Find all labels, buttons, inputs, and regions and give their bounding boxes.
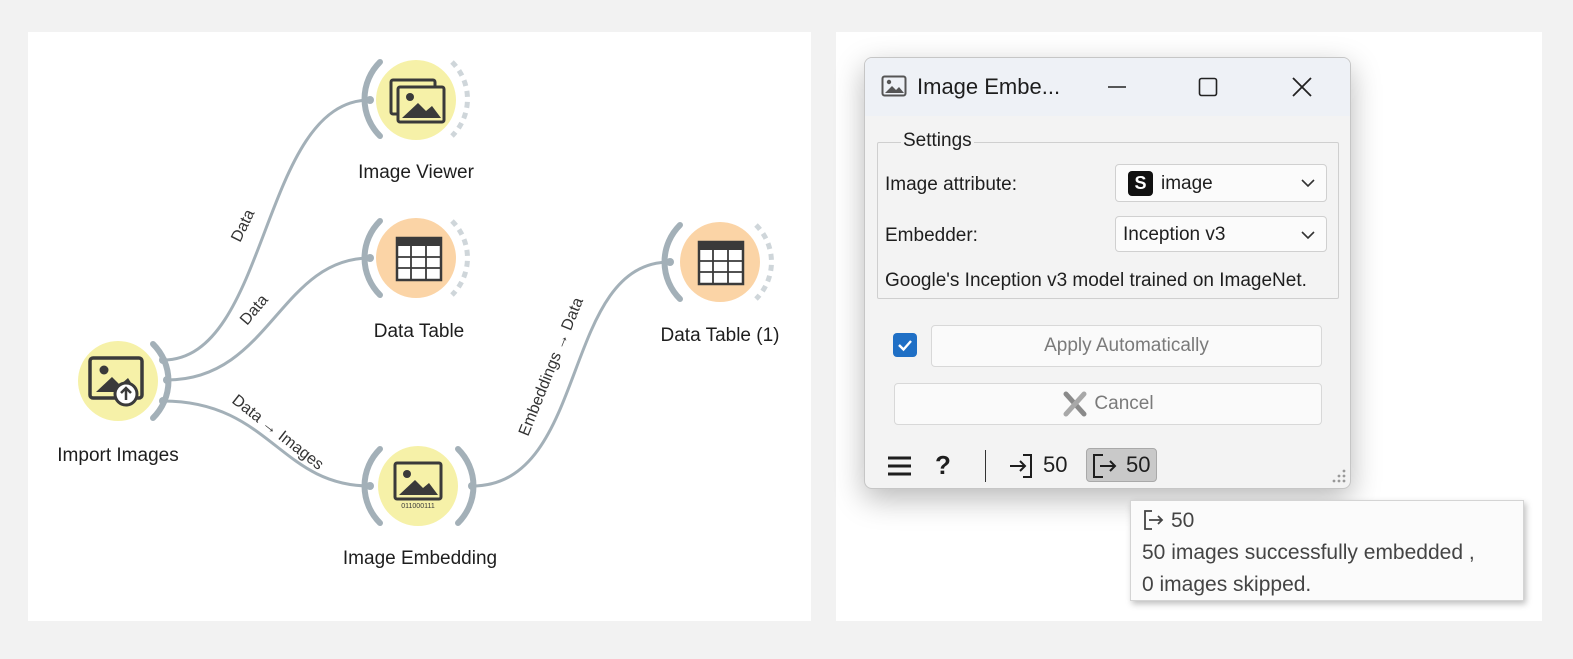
close-icon [1292, 77, 1312, 97]
output-count: 50 [1126, 452, 1151, 477]
data-table-1-icon [697, 240, 745, 286]
link-label-to-table: Data [237, 292, 272, 329]
node-label-data-table: Data Table [373, 321, 465, 342]
apply-automatically-button[interactable]: Apply Automatically [931, 325, 1322, 367]
status-separator [985, 450, 986, 482]
image-embedding-icon-caption: 011000111 [401, 503, 435, 510]
output-signal-icon [1093, 454, 1117, 478]
maximize-button[interactable] [1185, 68, 1231, 106]
link-label-to-embedding: Data → Images [229, 392, 327, 474]
checkmark-icon [898, 340, 912, 352]
node-data-table-1[interactable] [661, 222, 774, 302]
node-image-viewer[interactable] [361, 59, 470, 140]
chevron-down-icon [1301, 231, 1315, 240]
embedder-combo[interactable]: Inception v3 [1115, 216, 1327, 252]
node-data-table[interactable] [361, 218, 470, 298]
input-signal-icon[interactable] [1008, 453, 1034, 479]
chevron-down-icon [1301, 179, 1315, 188]
image-attribute-value: image [1161, 173, 1213, 194]
help-icon[interactable]: ? [935, 450, 951, 481]
image-window-icon [881, 75, 907, 102]
apply-automatically-label: Apply Automatically [1044, 335, 1209, 356]
image-attribute-label: Image attribute: [885, 174, 1018, 195]
tooltip-line-1: 50 images successfully embedded , [1142, 541, 1475, 564]
data-table-icon [395, 236, 443, 282]
node-label-data-table-1: Data Table (1) [660, 325, 780, 346]
embedder-label: Embedder: [885, 225, 978, 246]
image-viewer-icon [389, 78, 446, 124]
link-import-to-viewer[interactable] [162, 98, 371, 362]
tooltip-line-2: 0 images skipped. [1142, 573, 1312, 596]
cancel-label: Cancel [1094, 393, 1154, 414]
node-label-import-images: Import Images [57, 445, 179, 466]
image-attribute-combo[interactable]: S image [1115, 164, 1327, 202]
input-count: 50 [1043, 452, 1068, 477]
cancel-x-icon [1063, 391, 1087, 417]
output-tooltip: 50 50 images successfully embedded , 0 i… [1130, 500, 1524, 601]
node-label-image-viewer: Image Viewer [358, 162, 474, 183]
link-import-to-table[interactable] [166, 256, 371, 382]
maximize-icon [1198, 77, 1218, 97]
minimize-button[interactable] [1094, 68, 1140, 106]
image-embedding-window: Image Embe... Settings Image attribute: … [864, 57, 1351, 489]
output-signal-icon [1144, 510, 1164, 530]
embedder-description: Google's Inception v3 model trained on I… [885, 270, 1307, 291]
window-title: Image Embe... [917, 74, 1061, 99]
minimize-icon [1108, 86, 1126, 88]
menu-icon[interactable] [887, 454, 913, 478]
link-label-to-viewer: Data [228, 207, 258, 245]
tooltip-count: 50 [1171, 509, 1195, 532]
status-bar: ? 50 50 [865, 446, 1350, 488]
resize-grip-icon[interactable] [1331, 468, 1347, 484]
apply-automatically-checkbox[interactable] [893, 333, 917, 357]
cancel-button[interactable]: Cancel [894, 383, 1322, 425]
window-titlebar[interactable]: Image Embe... [865, 58, 1350, 116]
close-button[interactable] [1279, 68, 1325, 106]
node-image-embedding[interactable]: 011000111 [361, 446, 477, 526]
string-variable-icon: S [1128, 171, 1153, 196]
node-label-image-embedding: Image Embedding [342, 548, 498, 569]
node-import-images[interactable] [78, 341, 172, 421]
settings-group-title: Settings [901, 130, 974, 152]
embedder-value: Inception v3 [1123, 224, 1226, 245]
